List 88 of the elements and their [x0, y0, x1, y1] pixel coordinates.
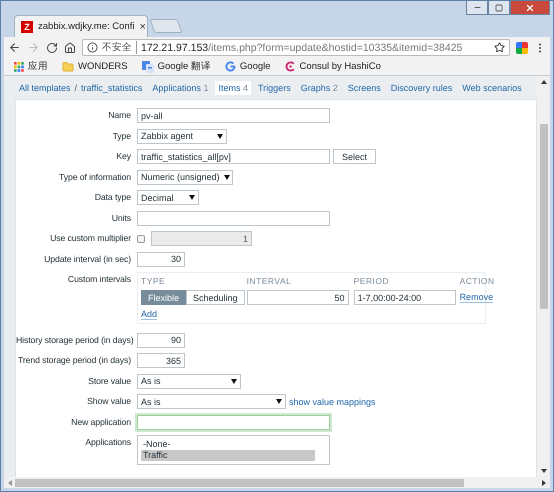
url-text: 172.21.97.153/items.php?form=update&hostid=10335&itemid=38425 — [141, 42, 462, 54]
field-label: History storage period (in days) — [16, 334, 135, 347]
google-logo-icon — [224, 61, 236, 72]
mode-toggle[interactable]: Scheduling — [186, 290, 245, 305]
field-label: Custom intervals — [66, 273, 132, 286]
checkbox[interactable] — [137, 234, 145, 242]
info-icon — [87, 42, 98, 53]
field-label: New application — [70, 416, 132, 429]
dropdown[interactable]: Decimal — [137, 190, 199, 205]
dropdown-arrow-icon — [276, 399, 282, 404]
column-header: PERIOD — [354, 276, 390, 286]
input-field[interactable]: pv-all — [137, 108, 330, 123]
column-header: TYPE — [141, 276, 166, 286]
tab-title: zabbix.wdjky.me: Confi — [38, 21, 134, 32]
minimize-button[interactable] — [466, 1, 488, 15]
column-header: ACTION — [460, 276, 495, 286]
bookmark-star-icon[interactable] — [494, 42, 505, 53]
translate-icon — [142, 60, 154, 72]
nav-tab[interactable]: traffic_statistics — [78, 80, 146, 94]
close-button[interactable] — [510, 1, 550, 15]
dropdown[interactable]: Zabbix agent — [137, 128, 227, 144]
field-label: Name — [107, 109, 132, 122]
reload-icon[interactable] — [46, 42, 58, 54]
bookmark[interactable]: 应用 — [14, 60, 48, 73]
list-option[interactable]: Traffic — [141, 450, 315, 461]
number-field[interactable]: 30 — [137, 252, 185, 266]
bookmark[interactable]: Google 翻译 — [142, 60, 211, 73]
home-icon[interactable] — [64, 42, 76, 54]
bookmark[interactable]: Google — [224, 61, 271, 72]
nav-tab[interactable]: Discovery rules — [388, 80, 456, 94]
nav-tab[interactable]: Applications 1 — [149, 80, 212, 94]
field-label: Use custom multiplier — [49, 232, 132, 245]
select-button[interactable]: Select — [333, 149, 376, 164]
vertical-scrollbar[interactable] — [537, 76, 550, 477]
nav-tab[interactable]: Triggers — [255, 80, 294, 94]
browser-tab[interactable]: Z zabbix.wdjky.me: Confi × — [14, 15, 148, 37]
tab-close-button[interactable]: × — [139, 20, 146, 32]
number-field[interactable]: 365 — [137, 353, 185, 368]
apps-grid-icon — [14, 62, 24, 72]
number-field[interactable]: 90 — [137, 332, 185, 348]
dropdown[interactable]: As is — [137, 374, 241, 388]
period-field[interactable]: 1-7,00:00-24:00 — [354, 290, 456, 305]
security-label: 不安全 — [102, 41, 137, 54]
close-icon — [525, 2, 535, 12]
nav-tab[interactable]: Screens — [344, 80, 384, 94]
applications-listbox[interactable]: -None- Traffic — [137, 435, 330, 465]
maximize-icon — [495, 4, 503, 12]
dropdown-arrow-icon — [189, 195, 195, 200]
dropdown-arrow-icon — [217, 134, 223, 138]
extension-icon[interactable] — [516, 42, 528, 54]
zabbix-favicon: Z — [21, 20, 33, 32]
field-label: Data type — [94, 191, 132, 204]
dropdown[interactable]: Numeric (unsigned) — [137, 170, 233, 184]
nav-tab[interactable]: Graphs 2 — [298, 80, 341, 94]
field-label: Update interval (in sec) — [43, 252, 132, 266]
list-option[interactable]: -None- — [141, 439, 315, 450]
focused-input-field[interactable] — [137, 414, 330, 430]
breadcrumb-separator: / — [74, 82, 78, 92]
maximize-button[interactable] — [488, 1, 510, 15]
field-label: Type — [112, 130, 132, 143]
field-label: Store value — [87, 374, 132, 388]
dropdown[interactable]: As is — [137, 394, 286, 409]
field-label: Applications — [84, 436, 132, 449]
nav-tab[interactable]: All templates — [16, 80, 74, 94]
dropdown-arrow-icon — [231, 378, 237, 384]
bookmark[interactable]: WONDERS — [62, 60, 128, 72]
value-mappings-link[interactable]: show value mappings — [289, 396, 376, 406]
horizontal-scrollbar[interactable] — [4, 477, 550, 488]
dropdown-arrow-icon — [224, 174, 230, 180]
remove-link[interactable]: Remove — [460, 292, 494, 303]
input-field[interactable] — [137, 210, 330, 226]
back-icon[interactable] — [8, 41, 21, 54]
field-label: Show value — [86, 395, 132, 408]
bookmark[interactable]: Consul by HashiCo — [284, 61, 381, 72]
field-label: Trend storage period (in days) — [16, 354, 132, 367]
nav-tab[interactable]: Web scenarios — [459, 80, 525, 94]
add-link[interactable]: Add — [141, 309, 158, 320]
address-bar[interactable]: 不安全 172.21.97.153/items.php?form=update&hostid=10335&itemid=38425 — [82, 39, 510, 56]
field-label: Key — [115, 150, 132, 163]
field-label: Units — [110, 212, 132, 224]
interval-field[interactable]: 50 — [246, 290, 349, 305]
folder-icon — [62, 60, 74, 72]
input-field[interactable]: traffic_statistics_all[pv] — [137, 149, 330, 164]
consul-logo-icon — [284, 61, 296, 72]
nav-tab[interactable]: Items 4 — [215, 80, 252, 94]
multiplier-field: 1 — [151, 231, 252, 246]
column-header: INTERVAL — [246, 276, 292, 286]
field-label: Type of information — [58, 170, 132, 184]
